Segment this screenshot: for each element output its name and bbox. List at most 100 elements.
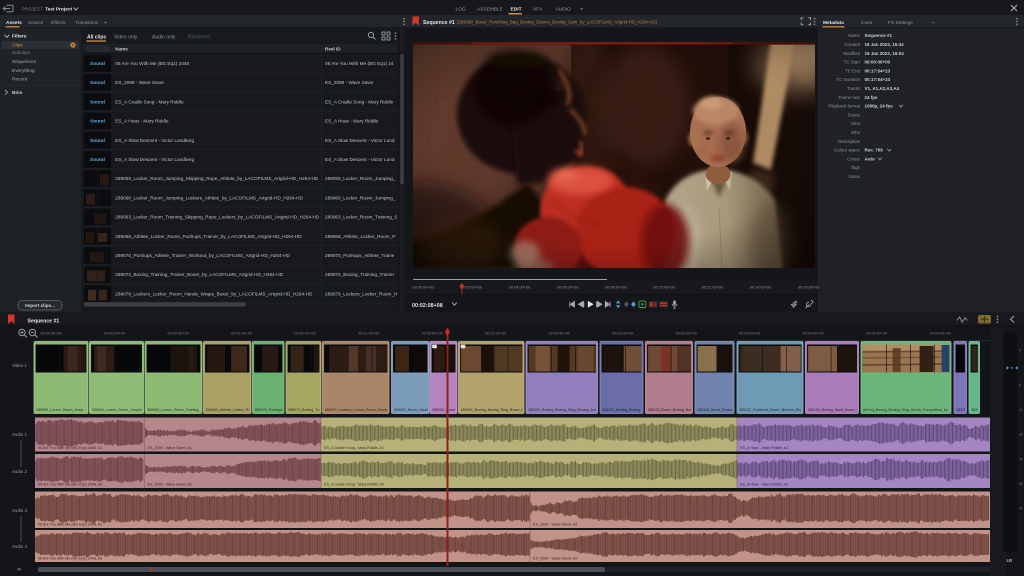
svg-text:Assets: Assets	[6, 20, 22, 26]
svg-text:Everything: Everything	[12, 68, 35, 74]
svg-text:ES_A Slow Descent - Victor Lun: ES_A Slow Descent - Victor Lundberg	[115, 138, 194, 143]
svg-text:ASSEMBLE: ASSEMBLE	[477, 6, 503, 12]
svg-text:ES_A Hoax - Mary Riddle, A1: ES_A Hoax - Mary Riddle, A1	[740, 446, 788, 450]
svg-text:00:14:00+00: 00:14:00+00	[750, 286, 771, 290]
svg-text:289068_Athlete_Locker_Room_Pus: 289068_Athlete_Locker_Room_Pushups_Train…	[115, 234, 302, 239]
svg-text:00:03:00+00: 00:03:00+00	[612, 331, 633, 335]
svg-text:Audio only: Audio only	[152, 35, 176, 41]
svg-text:Sequence #1: Sequence #1	[423, 20, 455, 26]
svg-text:PROJECT: PROJECT	[22, 6, 43, 11]
svg-text:00:03:20+00: 00:03:20+00	[676, 331, 697, 335]
svg-text:ES_A Cradle Song - Mary Riddle: ES_A Cradle Song - Mary Riddle, A1	[324, 446, 384, 450]
svg-text:Bins: Bins	[12, 90, 23, 96]
svg-text:Frame rate: Frame rate	[839, 95, 861, 100]
svg-text:All: All	[17, 567, 21, 571]
svg-text:05 Are You With Me (BG Eq1) 24: 05 Are You With Me (BG Eq1) 2448, A1	[38, 522, 102, 526]
svg-text:289113_Boxer_Boxing_Boxi: 289113_Boxer_Boxing_Boxi	[648, 408, 693, 412]
svg-text:ES_A Hoax - Mary Riddle, A2: ES_A Hoax - Mary Riddle, A2	[740, 482, 788, 486]
svg-text:ES_A Cradle Song - Mary Riddle: ES_A Cradle Song - Mary Riddle, A2	[324, 482, 384, 486]
svg-text:Auto: Auto	[865, 156, 875, 161]
svg-text:289060_Locker_Room_Jumpin: 289060_Locker_Room_Jumpin	[92, 408, 142, 412]
svg-text:TC Start: TC Start	[844, 60, 861, 65]
svg-text:289059_Locker_Room_Jumping_Ski: 289059_Locker_Room_Jumping_Skipping_Rope…	[115, 176, 319, 181]
svg-text:Name: Name	[848, 33, 860, 38]
svg-text:289070_Pushups_Athlete_Trainer: 289070_Pushups_Athlete_Trainer_Workout_b…	[115, 253, 290, 258]
svg-text:Audio 1: Audio 1	[12, 432, 27, 437]
svg-text:Rendered: Rendered	[188, 35, 210, 41]
svg-text:05 Are You With Me (BG Eq1) 24: 05 Are You With Me (BG Eq1) 24	[325, 61, 394, 66]
svg-text:FX Settings: FX Settings	[888, 20, 913, 26]
svg-text:ES_2099 - Wave Saver, A1: ES_2099 - Wave Saver, A1	[533, 522, 578, 526]
svg-text:00:08:00+00: 00:08:00+00	[605, 286, 626, 290]
svg-text:6: 6	[1019, 384, 1021, 388]
svg-text:00:00:20+00: 00:00:20+00	[104, 331, 125, 335]
svg-text:05 Are You With Me (BG Eq1) 24: 05 Are You With Me (BG Eq1) 2448, A2	[38, 556, 102, 560]
svg-text:[#Frm]_Boxing_Boxing_Ring_Knoc: [#Frm]_Boxing_Boxing_Ring_Knock_Competit…	[863, 408, 948, 412]
svg-text:Description: Description	[838, 139, 861, 144]
svg-text:ES_A Slow Descent - Victor Lun: ES_A Slow Descent - Victor Lundberg	[115, 157, 194, 162]
svg-text:00:01:40+00: 00:01:40+00	[358, 331, 379, 335]
svg-text:Sound: Sound	[90, 61, 105, 67]
svg-text:Playback format: Playback format	[829, 104, 861, 109]
svg-text:289071_Boxing_Tra: 289071_Boxing_Tra	[288, 408, 320, 412]
svg-text:00:04:00+00: 00:04:00+00	[509, 286, 530, 290]
svg-text:00:01:20+00: 00:01:20+00	[295, 331, 316, 335]
svg-text:289072_Boxing_Training_Trainer: 289072_Boxing_Training_Trainer_Boxer_by_…	[115, 272, 283, 277]
svg-text:TC End: TC End	[845, 68, 860, 73]
svg-text:V1, A1,A2,A3,A4: V1, A1,A2,A3,A4	[865, 86, 900, 91]
svg-text:TC Duration: TC Duration	[836, 77, 860, 82]
svg-text:ES_2099 - Wave Saver, A2: ES_2099 - Wave Saver, A2	[533, 556, 578, 560]
svg-text:Sequence #1: Sequence #1	[865, 33, 893, 38]
svg-text:289068_Athlete_Locker_Room_P: 289068_Athlete_Locker_Room_P	[325, 234, 395, 239]
svg-text:All clips: All clips	[87, 35, 106, 41]
svg-text:0: 0	[1019, 349, 1021, 353]
svg-text:+: +	[932, 20, 935, 26]
svg-text:289100_Boxing_Boxing_Ring_Boxi: 289100_Boxing_Boxing_Ring_Boxing_Jud	[528, 408, 596, 412]
svg-text:Sound: Sound	[90, 99, 105, 105]
svg-text:289090_Boxer_: 289090_Boxer_	[432, 408, 458, 412]
svg-text:289063_Locker_Room_Training_S: 289063_Locker_Room_Training_S	[325, 215, 398, 220]
svg-text:Sound: Sound	[90, 138, 105, 144]
svg-text:ES_A Slow Descent - Victor Lun: ES_A Slow Descent - Victor Lund	[325, 138, 395, 143]
svg-text:+: +	[104, 20, 107, 26]
svg-text:ES_A Slow Descent - Victor Lun: ES_A Slow Descent - Victor Lund	[325, 157, 395, 162]
svg-text:05 Are You With Me (BG Eq1) 24: 05 Are You With Me (BG Eq1) 2448, A2	[38, 482, 102, 486]
svg-text:Sequences: Sequences	[12, 59, 37, 65]
svg-text:289104_Boxing_Boxing: 289104_Boxing_Boxing	[602, 408, 640, 412]
svg-text:Audio 3: Audio 3	[12, 508, 27, 513]
svg-text:Effects: Effects	[51, 20, 66, 26]
svg-text:Notes: Notes	[849, 174, 861, 179]
svg-text:289070_Pushups_Athlete_Traine: 289070_Pushups_Athlete_Traine	[325, 253, 395, 258]
svg-text:+: +	[580, 7, 584, 13]
svg-text:00:17:54+23: 00:17:54+23	[865, 68, 891, 73]
svg-text:289060_Locker_Room_Jumping_: 289060_Locker_Room_Jumping_	[325, 195, 396, 200]
svg-text:Colour: Colour	[847, 156, 860, 161]
svg-text:Sound: Sound	[90, 119, 105, 125]
svg-text:ES_2099 - Wave Saver, A2: ES_2099 - Wave Saver, A2	[148, 482, 193, 486]
svg-text:ES_2099 - Wave Saver: ES_2099 - Wave Saver	[115, 80, 164, 85]
svg-text:00:00:40+00: 00:00:40+00	[168, 331, 189, 335]
svg-text:289063_Locker_Room_Training_Sk: 289063_Locker_Room_Training_Sk	[147, 408, 205, 412]
svg-text:19 Jan 2023, 15:42: 19 Jan 2023, 15:42	[865, 42, 905, 47]
svg-text:289097_Boxing_Boxing_Ring_Boxe: 289097_Boxing_Boxing_Ring_Boxer_B	[461, 408, 525, 412]
svg-text:Source: Source	[28, 20, 44, 26]
svg-text:00:16:00+00: 00:16:00+00	[798, 286, 819, 290]
svg-text:Who: Who	[851, 130, 861, 135]
svg-text:00:02:20+00: 00:02:20+00	[485, 331, 506, 335]
svg-text:ES_2099 - Wave Saver: ES_2099 - Wave Saver	[325, 80, 374, 85]
svg-text:289079_Lockers_Locker_Room_Han: 289079_Lockers_Locker_Room_Hands_Wraps_B…	[115, 291, 313, 296]
svg-text:Audio 4: Audio 4	[12, 544, 27, 549]
svg-text:00:02:08+08: 00:02:08+08	[412, 303, 443, 309]
svg-text:289079_Lockers_Locker_Room_H: 289079_Lockers_Locker_Room_H	[325, 291, 397, 296]
svg-text:289083_Boxer_Hands: 289083_Boxer_Hands	[394, 408, 430, 412]
svg-text:00:02:00+00: 00:02:00+00	[422, 331, 443, 335]
svg-text:24 fps: 24 fps	[865, 95, 879, 100]
svg-text:Test Project: Test Project	[45, 7, 73, 13]
svg-text:289060_Locker_Room_Jumping_Loc: 289060_Locker_Room_Jumping_Lockers_Athle…	[115, 195, 303, 200]
svg-text:00:03:40+00: 00:03:40+00	[739, 331, 760, 335]
svg-text:18: 18	[1019, 433, 1023, 437]
svg-text:Created: Created	[844, 42, 860, 47]
svg-text:Sound: Sound	[90, 80, 105, 86]
svg-text:00:00:00+00: 00:00:00+00	[865, 60, 891, 65]
svg-text:Tracks: Tracks	[847, 86, 861, 91]
